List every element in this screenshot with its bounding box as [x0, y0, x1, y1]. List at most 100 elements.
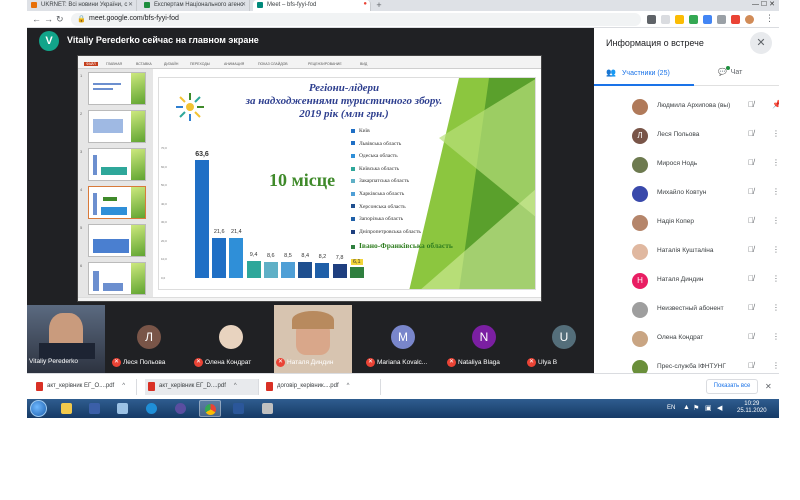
start-button[interactable] — [30, 400, 47, 417]
window-controls[interactable]: — ☐ ✕ — [752, 0, 775, 8]
more-options-icon[interactable]: ⋮ — [772, 129, 779, 138]
ppt-tab: ПЕРЕХОДЫ — [190, 62, 210, 66]
back-icon[interactable]: ← — [32, 14, 41, 24]
legend-label: Львівська область — [359, 140, 402, 147]
chart-bar — [195, 159, 209, 278]
participant-tile[interactable]: N ✕ Nataliya Blaga — [445, 305, 523, 373]
ppt-tab: ВИД — [360, 62, 368, 66]
star-icon[interactable] — [675, 15, 684, 24]
camera-icon[interactable] — [647, 15, 656, 24]
more-options-icon[interactable]: ⋮ — [772, 158, 779, 167]
participant-row[interactable]: Неизвестный абонент 🎙̸ ⋮ — [594, 297, 779, 325]
chart-bar — [246, 260, 261, 278]
menu-dots-icon[interactable]: ⋮ — [765, 13, 774, 24]
chevron-up-icon[interactable]: ^ — [122, 383, 125, 389]
pin-icon[interactable]: 📌 — [772, 100, 779, 109]
mic-off-icon: ✕ — [447, 358, 456, 367]
chrome-icon[interactable] — [199, 400, 221, 417]
network-icon[interactable]: ▣ — [705, 404, 712, 412]
chevron-up-icon[interactable]: ^ — [347, 383, 350, 389]
show-all-button[interactable]: Показать все — [706, 379, 758, 394]
download-item[interactable]: акт_керівник ЕГ_D....pdf ^ — [145, 379, 259, 395]
tab-meet[interactable]: Meet – bfs-fyyi-fod ● — [253, 0, 371, 11]
more-options-icon[interactable]: ⋮ — [772, 332, 779, 341]
tab-nazyavo[interactable]: Експертам Національного агенс ✕ — [140, 0, 250, 11]
edge-icon[interactable] — [141, 400, 163, 417]
tab-ukrnet[interactable]: UKRNET: Всі новини України, с ✕ — [27, 0, 137, 11]
participant-tile[interactable]: M ✕ Mariana Kovalc... — [364, 305, 442, 373]
slide-thumbnail — [88, 224, 146, 257]
more-options-icon[interactable]: ⋮ — [772, 274, 779, 283]
pdf-icon — [36, 382, 43, 391]
meet-favicon-icon — [257, 2, 263, 8]
word-icon[interactable] — [228, 400, 250, 417]
participant-row[interactable]: Людмила Архипова (вы) 🎙̸ 📌 — [594, 94, 779, 122]
explorer-icon[interactable] — [56, 400, 78, 417]
reload-icon[interactable]: ↻ — [56, 14, 64, 25]
address-bar-row: ← → ↻ 🔒 meet.google.com/bfs-fyyi-fod ⋮ — [27, 11, 779, 28]
more-options-icon[interactable]: ⋮ — [772, 216, 779, 225]
participant-row[interactable]: Мирося Нодь 🎙̸ ⋮ — [594, 152, 779, 180]
thumb-number: 1 — [80, 73, 83, 78]
tray-arrow-icon[interactable]: ▲ — [683, 404, 690, 411]
extension-icon[interactable] — [703, 15, 712, 24]
participant-tile[interactable]: Л ✕ Леся Польова — [110, 305, 188, 373]
mic-off-icon: 🎙̸ — [748, 100, 754, 109]
more-options-icon[interactable]: ⋮ — [772, 187, 779, 196]
participant-row[interactable]: Олена Кондрат 🎙̸ ⋮ — [594, 326, 779, 354]
avatar — [632, 331, 648, 347]
close-tab-icon[interactable]: ✕ — [241, 1, 246, 8]
participant-row[interactable]: Наталія Кушталіна 🎙̸ ⋮ — [594, 239, 779, 267]
participant-name: Наталя Диндин — [657, 276, 704, 283]
app-icon[interactable] — [112, 400, 134, 417]
close-tab-icon[interactable]: ✕ — [128, 1, 133, 8]
extension-icon[interactable] — [731, 15, 740, 24]
download-item[interactable]: акт_керівник ЕГ_О....pdf ^ — [33, 379, 137, 395]
avatar — [632, 186, 648, 202]
participant-tile-video[interactable]: ✕ Наталя Диндин — [274, 305, 352, 373]
more-options-icon[interactable]: ⋮ — [772, 245, 779, 254]
meeting-details-panel: Информация о встрече ✕ 👥 Участники (25) 💬… — [594, 28, 779, 373]
more-options-icon[interactable]: ⋮ — [772, 361, 779, 370]
flag-icon[interactable]: ⚑ — [693, 404, 699, 412]
volume-icon[interactable]: ◀ — [717, 404, 722, 412]
participant-row[interactable]: Михайло Ковтун 🎙̸ ⋮ — [594, 181, 779, 209]
profile-avatar-icon[interactable] — [745, 15, 754, 24]
app-icon[interactable] — [170, 400, 192, 417]
clock[interactable]: 10:29 25.11.2020 — [737, 401, 767, 415]
presenting-label: Vitaliy Perederko сейчас на главном экра… — [67, 35, 259, 45]
download-item[interactable]: договір_керівник....pdf ^ — [263, 379, 381, 395]
language-indicator[interactable]: EN — [667, 405, 675, 411]
participant-row[interactable]: Н Наталя Диндин 🎙̸ ⋮ — [594, 268, 779, 296]
save-app-icon[interactable] — [84, 400, 106, 417]
participant-tile[interactable]: ✕ Олена Кондрат — [192, 305, 270, 373]
close-downloads-icon[interactable]: ✕ — [765, 382, 772, 391]
pdf-icon — [266, 382, 273, 391]
participant-tile-video[interactable]: Vitaliy Perederko — [27, 305, 105, 373]
participant-tile[interactable]: U ✕ Ulya B — [525, 305, 603, 373]
legend-label: Київ — [359, 128, 370, 134]
ppt-tab: АНИМАЦИЯ — [224, 62, 245, 66]
pdf-icon — [148, 382, 155, 391]
app-icon[interactable] — [257, 400, 279, 417]
avatar: Л — [632, 128, 648, 144]
tab-chat[interactable]: 💬 Чат — [718, 66, 742, 76]
avatar — [219, 325, 243, 349]
participant-row[interactable]: Надія Копер 🎙̸ ⋮ — [594, 210, 779, 238]
new-tab-button[interactable]: + — [373, 0, 385, 11]
chevron-up-icon[interactable]: ^ — [234, 383, 237, 389]
avatar: U — [552, 325, 576, 349]
recording-dot-icon[interactable]: ● — [363, 1, 367, 7]
close-panel-button[interactable]: ✕ — [750, 32, 772, 54]
tab-participants[interactable]: 👥 Участники (25) — [606, 68, 670, 77]
puzzle-icon[interactable] — [717, 15, 726, 24]
forward-icon[interactable]: → — [44, 14, 53, 24]
extension-icon[interactable] — [689, 15, 698, 24]
search-icon[interactable] — [661, 15, 670, 24]
participant-row[interactable]: Прес-служба ІФНТУНГ 🎙̸ ⋮ — [594, 355, 779, 373]
more-options-icon[interactable]: ⋮ — [772, 303, 779, 312]
downloads-bar: акт_керівник ЕГ_О....pdf ^ акт_керівник Е… — [27, 373, 779, 399]
legend-item: Харківська область — [351, 191, 404, 197]
url-field[interactable]: 🔒 meet.google.com/bfs-fyyi-fod — [71, 13, 641, 26]
participant-row[interactable]: Л Леся Польова 🎙̸ ⋮ — [594, 123, 779, 151]
